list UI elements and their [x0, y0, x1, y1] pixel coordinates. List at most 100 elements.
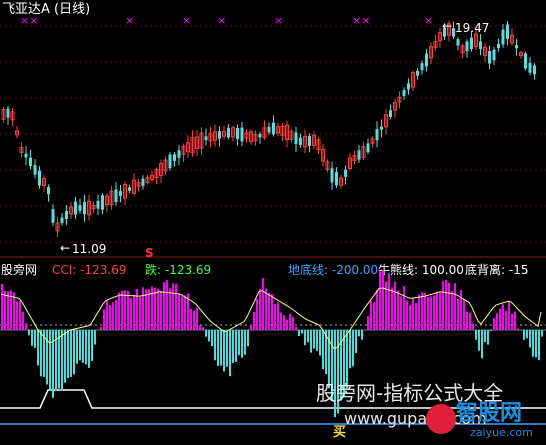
- cci-bar: [394, 281, 396, 330]
- cci-bar: [211, 330, 213, 347]
- cci-bar: [406, 300, 408, 330]
- signal-x-mark: ×: [182, 14, 191, 27]
- cci-bar: [73, 330, 75, 375]
- cci-bar: [403, 286, 405, 330]
- candle-body: [60, 217, 64, 224]
- cci-bar: [286, 319, 288, 330]
- candle-body: [141, 178, 145, 186]
- logo-subtext: zaiyue.com: [470, 426, 533, 439]
- cci-bar: [373, 302, 375, 330]
- indicator-pane[interactable]: 买 股旁网-指标公式大全 www.gupang.com 智股网 zaiyue.c…: [0, 258, 546, 445]
- cci-bar: [361, 330, 363, 340]
- candle-body: [456, 39, 460, 46]
- cci-bar: [46, 330, 48, 385]
- candle-body: [299, 137, 302, 145]
- candle-body: [236, 127, 239, 139]
- cci-bar: [163, 282, 165, 330]
- candle-body: [465, 41, 469, 52]
- candle-body: [533, 65, 536, 75]
- cci-bar: [301, 330, 303, 334]
- cci-bar: [67, 330, 69, 379]
- cci-bar: [316, 330, 318, 351]
- candle-body: [24, 153, 28, 158]
- cci-bar: [508, 301, 510, 330]
- cci-bar: [88, 330, 90, 368]
- candle-body: [524, 53, 527, 69]
- cci-bar: [199, 325, 201, 330]
- cci-bar: [76, 330, 78, 364]
- candle-body: [506, 24, 509, 39]
- cci-bar: [232, 330, 234, 364]
- cci-bar: [205, 330, 207, 337]
- cci-bar: [322, 330, 324, 370]
- candle-body: [29, 157, 32, 166]
- cci-bar: [148, 289, 150, 330]
- candle-body: [218, 131, 221, 139]
- cci-bar: [421, 292, 423, 330]
- cci-bar: [415, 302, 417, 330]
- cci-bar: [229, 330, 231, 377]
- candle-body: [119, 191, 122, 196]
- cci-bar: [475, 330, 477, 340]
- cci-bar: [190, 308, 192, 330]
- cci-bar: [409, 304, 411, 330]
- cci-bar: [94, 330, 96, 345]
- cci-bar: [85, 330, 87, 365]
- cci-bar: [52, 330, 54, 398]
- candle-body: [6, 108, 10, 118]
- candle-body: [177, 150, 181, 158]
- candle-body: [425, 53, 428, 67]
- buy-marker: 买: [333, 425, 347, 440]
- cci-bar: [478, 330, 480, 351]
- price-chart[interactable]: ×× × × × × ×× ×: [0, 0, 546, 258]
- cci-bar: [196, 307, 198, 330]
- cci-bar: [352, 330, 354, 367]
- candle-body: [380, 126, 383, 130]
- cci-bar: [400, 296, 402, 330]
- candle-body: [96, 200, 100, 209]
- cci-bar: [7, 291, 9, 330]
- cci-bar: [448, 282, 450, 330]
- candle-body: [258, 134, 262, 138]
- cci-bar: [298, 330, 300, 337]
- candle-body: [272, 122, 275, 135]
- cci-bar: [136, 288, 138, 330]
- cci-bar: [115, 299, 117, 330]
- cci-bar: [1, 283, 3, 330]
- cci-bar: [283, 315, 285, 330]
- cci-bar: [355, 330, 357, 354]
- cci-bar: [175, 283, 177, 330]
- candle-body: [51, 209, 55, 223]
- cci-bar: [391, 287, 393, 330]
- cci-bar: [430, 296, 432, 330]
- candle-body: [416, 70, 419, 76]
- cci-bar: [49, 330, 51, 391]
- low-price-label: 11.09: [72, 242, 107, 256]
- cci-bar: [37, 330, 39, 366]
- cci-bar: [181, 296, 183, 330]
- cci-bar: [433, 295, 435, 330]
- price-chart-pane[interactable]: ×× × × × × ×× × 飞亚达A (日线) 19.47 ← ← 11.09 S: [0, 0, 546, 260]
- signal-x-mark: ×: [125, 14, 134, 27]
- cci-bar: [541, 330, 543, 337]
- cci-bar: [304, 330, 306, 346]
- cci-bar: [235, 330, 237, 362]
- cci-bar: [91, 330, 93, 361]
- cci-bar: [70, 330, 72, 377]
- cci-bar: [217, 330, 219, 366]
- cci-bar: [172, 283, 174, 330]
- cci-bar: [256, 298, 258, 330]
- cci-bar: [454, 283, 456, 330]
- low-arrow-icon: ←: [60, 241, 71, 255]
- cci-bar: [223, 330, 225, 372]
- cci-bar: [193, 310, 195, 330]
- candle-body: [515, 45, 518, 49]
- cci-bar: [154, 287, 156, 330]
- cci-bar: [103, 309, 105, 330]
- cci-bar: [4, 290, 6, 330]
- candle-body: [74, 201, 77, 215]
- cci-bar: [472, 323, 474, 330]
- signal-x-mark: ××: [352, 14, 370, 27]
- cci-bar: [13, 292, 15, 330]
- cci-bar: [382, 270, 384, 330]
